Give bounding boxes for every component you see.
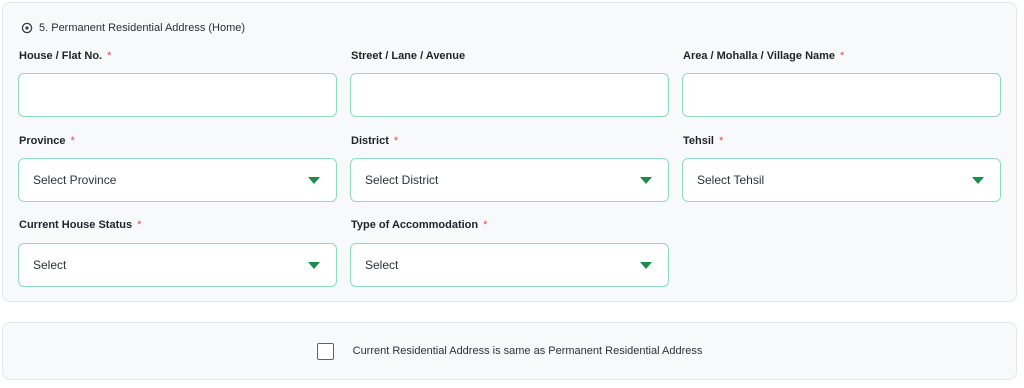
chevron-down-icon: [308, 176, 320, 184]
tehsil-select[interactable]: Select Tehsil: [682, 158, 1001, 202]
location-pin-icon: [21, 22, 33, 34]
house-status-label: Current House Status *: [19, 219, 142, 231]
province-label: Province *: [19, 135, 75, 147]
district-select[interactable]: Select District: [350, 158, 669, 202]
required-marker: *: [137, 219, 142, 231]
accommodation-select[interactable]: Select: [350, 243, 669, 287]
section-title: 5. Permanent Residential Address (Home): [39, 22, 246, 34]
required-marker: *: [393, 135, 399, 147]
chevron-down-icon: [308, 261, 320, 269]
chevron-down-icon: [640, 176, 652, 184]
house-flat-input[interactable]: [18, 73, 337, 117]
street-input[interactable]: [350, 73, 669, 117]
required-marker: *: [718, 135, 724, 147]
required-marker: *: [70, 135, 75, 147]
house-flat-label: House / Flat No. *: [19, 50, 112, 62]
district-label: District *: [351, 135, 399, 147]
area-input[interactable]: [682, 73, 1001, 117]
province-selected-value: Select Province: [33, 173, 117, 187]
chevron-down-icon: [972, 176, 984, 184]
required-marker: *: [107, 50, 112, 62]
tehsil-label: Tehsil *: [683, 135, 724, 147]
house-status-select[interactable]: Select: [18, 243, 337, 287]
tehsil-selected-value: Select Tehsil: [697, 173, 765, 187]
house-status-selected-value: Select: [33, 258, 67, 272]
street-label: Street / Lane / Avenue: [351, 50, 466, 62]
accommodation-selected-value: Select: [365, 258, 399, 272]
same-address-section: Current Residential Address is same as P…: [2, 322, 1017, 380]
province-select[interactable]: Select Province: [18, 158, 337, 202]
same-address-label[interactable]: Current Residential Address is same as P…: [353, 345, 703, 357]
same-address-checkbox[interactable]: [316, 342, 334, 360]
section-header: 5. Permanent Residential Address (Home): [21, 21, 245, 35]
accommodation-label: Type of Accommodation *: [351, 219, 488, 231]
permanent-address-section: 5. Permanent Residential Address (Home) …: [2, 2, 1017, 302]
area-label: Area / Mohalla / Village Name *: [683, 50, 845, 62]
required-marker: *: [483, 219, 488, 231]
required-marker: *: [840, 50, 845, 62]
district-selected-value: Select District: [365, 173, 439, 187]
chevron-down-icon: [640, 261, 652, 269]
